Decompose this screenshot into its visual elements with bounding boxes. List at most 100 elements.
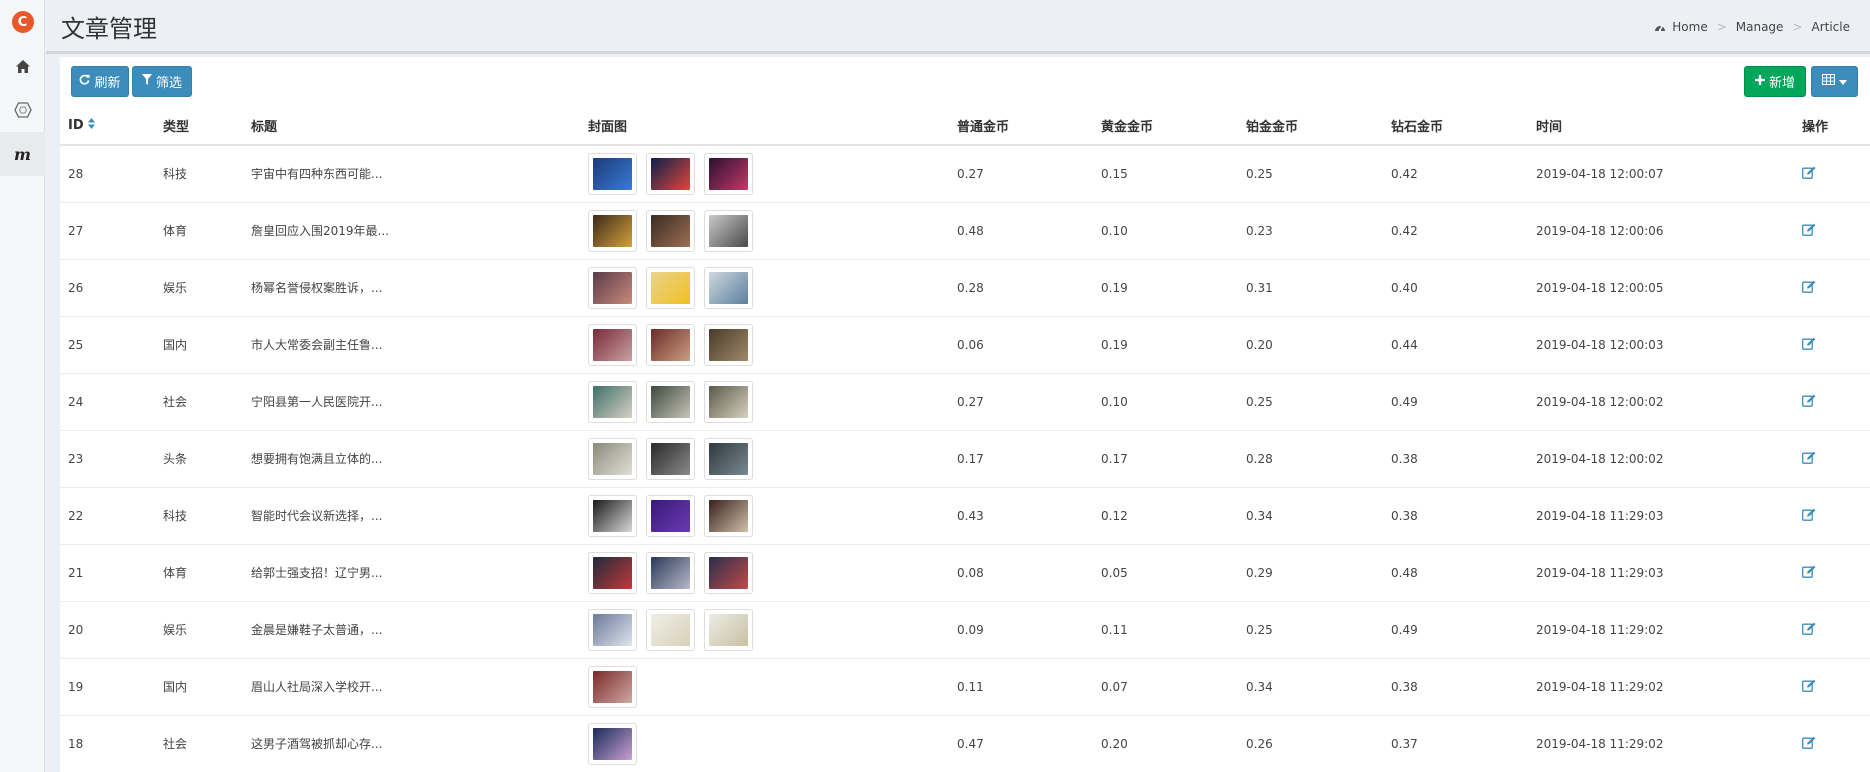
cell-actions — [1794, 373, 1870, 431]
edit-icon[interactable] — [1802, 166, 1816, 179]
cover-image — [593, 385, 632, 418]
columns-toggle-button[interactable] — [1811, 66, 1858, 97]
table-row: 20 娱乐 金晨是嫌鞋子太普通，... 0.09 0.11 0.25 0.49 2019-04… — [60, 601, 1870, 659]
cover-image — [651, 214, 690, 247]
cell-platinum-coin: 0.34 — [1238, 658, 1383, 716]
cell-id: 27 — [60, 202, 155, 260]
filter-button[interactable]: 筛选 — [132, 66, 192, 97]
m-logo-icon: m — [14, 144, 31, 164]
sidebar-item-hexagon[interactable] — [0, 88, 45, 132]
cover-thumbnail[interactable] — [646, 437, 695, 480]
cell-actions — [1794, 316, 1870, 374]
edit-icon[interactable] — [1802, 280, 1816, 293]
cover-thumbnail[interactable] — [646, 494, 695, 537]
cell-gold-coin: 0.10 — [1093, 373, 1238, 431]
cover-thumbnail[interactable] — [704, 551, 753, 594]
edit-icon[interactable] — [1802, 736, 1816, 749]
sidebar: C m — [0, 0, 45, 772]
cover-thumbnail[interactable] — [588, 494, 637, 537]
column-header-time: 时间 — [1528, 107, 1794, 146]
cell-time: 2019-04-18 11:29:02 — [1528, 715, 1794, 772]
column-header-normal-coin: 普通金币 — [949, 107, 1093, 146]
cell-id: 18 — [60, 715, 155, 772]
cover-thumbnail[interactable] — [704, 437, 753, 480]
cover-thumbnail[interactable] — [588, 608, 637, 651]
add-button[interactable]: 新增 — [1744, 66, 1806, 97]
cell-time: 2019-04-18 12:00:02 — [1528, 373, 1794, 431]
column-header-id[interactable]: ID — [60, 107, 155, 146]
breadcrumb-home[interactable]: Home — [1672, 20, 1707, 34]
cover-image — [593, 727, 632, 760]
cover-image — [593, 442, 632, 475]
cover-thumbnail[interactable] — [646, 608, 695, 651]
cell-time: 2019-04-18 12:00:06 — [1528, 202, 1794, 260]
cover-thumbnail[interactable] — [646, 380, 695, 423]
cover-image — [651, 613, 690, 646]
edit-icon[interactable] — [1802, 565, 1816, 578]
refresh-button[interactable]: 刷新 — [71, 66, 129, 97]
cell-gold-coin: 0.17 — [1093, 430, 1238, 488]
cover-thumbnail[interactable] — [588, 437, 637, 480]
cover-image — [651, 385, 690, 418]
cover-thumbnail[interactable] — [646, 266, 695, 309]
cover-thumbnail[interactable] — [646, 152, 695, 195]
logo-icon: C — [11, 11, 34, 33]
edit-icon[interactable] — [1802, 337, 1816, 350]
cell-actions — [1794, 601, 1870, 659]
cover-thumbnail[interactable] — [704, 494, 753, 537]
cell-title: 这男子酒驾被抓却心存... — [243, 715, 580, 772]
app-logo[interactable]: C — [0, 0, 45, 44]
cover-thumbnail[interactable] — [588, 266, 637, 309]
cover-thumbnail[interactable] — [588, 722, 637, 765]
cell-cover — [580, 544, 949, 602]
cell-actions — [1794, 202, 1870, 260]
cover-thumbnail[interactable] — [704, 266, 753, 309]
cover-thumbnail[interactable] — [704, 209, 753, 252]
sidebar-item-m[interactable]: m — [0, 132, 45, 176]
cell-time: 2019-04-18 12:00:02 — [1528, 430, 1794, 488]
cover-thumbnail[interactable] — [588, 152, 637, 195]
cell-actions — [1794, 259, 1870, 317]
cell-title: 市人大常委会副主任鲁... — [243, 316, 580, 374]
edit-icon[interactable] — [1802, 451, 1816, 464]
filter-icon — [141, 74, 152, 89]
cell-title: 眉山人社局深入学校开... — [243, 658, 580, 716]
edit-icon[interactable] — [1802, 223, 1816, 236]
cell-id: 24 — [60, 373, 155, 431]
cover-thumbnail[interactable] — [646, 323, 695, 366]
cell-actions — [1794, 544, 1870, 602]
cover-thumbnail[interactable] — [588, 665, 637, 708]
cell-time: 2019-04-18 11:29:02 — [1528, 601, 1794, 659]
cell-platinum-coin: 0.20 — [1238, 316, 1383, 374]
home-icon — [15, 59, 30, 73]
cover-thumbnail[interactable] — [704, 380, 753, 423]
edit-icon[interactable] — [1802, 622, 1816, 635]
cell-time: 2019-04-18 12:00:03 — [1528, 316, 1794, 374]
cell-diamond-coin: 0.40 — [1383, 259, 1528, 317]
cell-gold-coin: 0.15 — [1093, 145, 1238, 203]
table-row: 18 社会 这男子酒驾被抓却心存... 0.47 0.20 0.26 0.37 2019-04… — [60, 715, 1870, 772]
cover-thumbnail[interactable] — [646, 551, 695, 594]
sidebar-item-home[interactable] — [0, 44, 45, 88]
cell-time: 2019-04-18 11:29:03 — [1528, 487, 1794, 545]
edit-icon[interactable] — [1802, 679, 1816, 692]
cell-normal-coin: 0.47 — [949, 715, 1093, 772]
cover-thumbnail[interactable] — [588, 209, 637, 252]
cover-thumbnail[interactable] — [588, 323, 637, 366]
cover-thumbnail[interactable] — [588, 551, 637, 594]
cover-thumbnail[interactable] — [646, 209, 695, 252]
cover-image — [593, 670, 632, 703]
edit-icon[interactable] — [1802, 508, 1816, 521]
table-row: 25 国内 市人大常委会副主任鲁... 0.06 0.19 0.20 0.44 2019-04… — [60, 316, 1870, 374]
cover-thumbnail[interactable] — [704, 608, 753, 651]
sort-icon — [87, 118, 95, 133]
cover-thumbnail[interactable] — [588, 380, 637, 423]
cell-id: 20 — [60, 601, 155, 659]
cover-image — [709, 271, 748, 304]
cover-thumbnail[interactable] — [704, 152, 753, 195]
cell-normal-coin: 0.06 — [949, 316, 1093, 374]
cell-title: 给郭士强支招！辽宁男... — [243, 544, 580, 602]
edit-icon[interactable] — [1802, 394, 1816, 407]
cover-thumbnail[interactable] — [704, 323, 753, 366]
breadcrumb-manage[interactable]: Manage — [1736, 20, 1784, 34]
